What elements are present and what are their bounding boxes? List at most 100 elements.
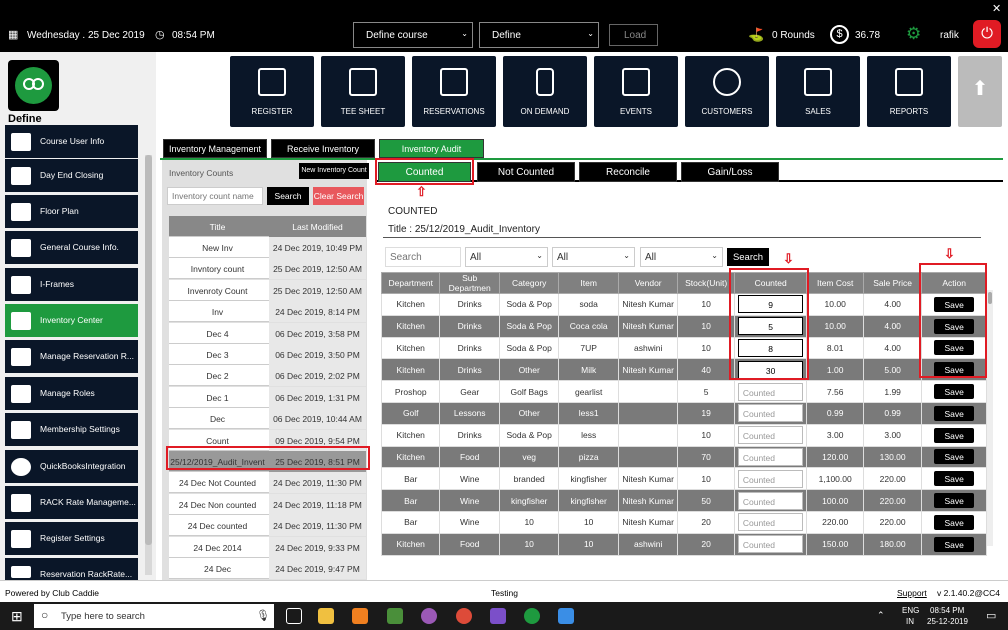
counted-input[interactable]: Counted — [737, 491, 804, 510]
nav-reports-button[interactable]: REPORTS — [867, 56, 951, 127]
counted-input[interactable]: Counted — [737, 382, 804, 401]
table-row: Bar Wine branded kingfisher Nitesh Kumar 10 Co… — [380, 467, 987, 491]
sidebar-item-rack-rate[interactable]: RACK Rate Manageme... — [5, 486, 138, 519]
counts-list-item[interactable]: 24 Dec Non counted 24 Dec 2019, 11:18 PM — [169, 493, 366, 515]
sublime-icon[interactable] — [352, 608, 368, 624]
cell-stock: 20 — [677, 532, 735, 556]
department-filter-select[interactable]: All ⌄ — [465, 247, 548, 267]
save-button[interactable]: Save — [934, 493, 975, 509]
support-link[interactable]: Support — [897, 588, 927, 598]
save-button[interactable]: Save — [934, 449, 975, 465]
counts-list-item[interactable]: 24 Dec counted 24 Dec 2019, 11:30 PM — [169, 515, 366, 537]
save-button[interactable]: Save — [934, 514, 975, 530]
windows-start-icon[interactable]: ⊞ — [11, 608, 23, 625]
nav-sales-button[interactable]: SALES — [776, 56, 860, 127]
cell-item-cost: 8.01 — [806, 336, 864, 360]
nav-customers-button[interactable]: CUSTOMERS — [685, 56, 769, 127]
sidebar-item-floor-plan[interactable]: Floor Plan — [5, 195, 138, 228]
counts-list-item[interactable]: 24 Dec 24 Dec 2019, 9:47 PM — [169, 558, 366, 579]
nav-tee-sheet-button[interactable]: TEE SHEET — [321, 56, 405, 127]
gear-icon[interactable]: ⚙ — [906, 24, 921, 44]
counted-input[interactable]: Counted — [737, 404, 804, 423]
new-inventory-count-button[interactable]: New Inventory Count — [299, 163, 369, 179]
counted-input[interactable]: Counted — [737, 426, 804, 445]
sidebar-item-inventory-center[interactable]: Inventory Center — [5, 304, 138, 337]
close-icon[interactable]: ✕ — [992, 2, 1001, 15]
save-button[interactable]: Save — [934, 536, 975, 552]
define-select[interactable]: Define ⌄ — [479, 22, 599, 48]
counts-list-item[interactable]: Dec 1 06 Dec 2019, 1:31 PM — [169, 386, 366, 408]
counted-input[interactable]: Counted — [737, 513, 804, 532]
file-explorer-icon[interactable] — [318, 608, 334, 624]
subdepartment-filter-select[interactable]: All ⌄ — [552, 247, 635, 267]
audit-search-button[interactable]: Search — [727, 248, 769, 266]
counts-list-item[interactable]: Invenroty Count 25 Dec 2019, 12:50 AM — [169, 279, 366, 301]
grid-scrollbar-thumb[interactable] — [988, 292, 992, 304]
power-icon[interactable]: ⏻ — [973, 20, 1001, 48]
counted-input[interactable]: Counted — [737, 535, 804, 554]
counts-list-item[interactable]: Dec 06 Dec 2019, 10:44 AM — [169, 408, 366, 430]
counted-input[interactable]: Counted — [737, 447, 804, 466]
cell-item-cost: 1.00 — [806, 358, 864, 382]
tab-not-counted[interactable]: Not Counted — [477, 162, 575, 182]
counts-list-item[interactable]: 24 Dec 2014 24 Dec 2019, 9:33 PM — [169, 536, 366, 558]
tab-receive-inventory[interactable]: Receive Inventory — [271, 139, 375, 158]
taskbar-search-box[interactable]: ○ Type here to search 🎙 — [34, 604, 274, 628]
tab-gain-loss[interactable]: Gain/Loss — [681, 162, 779, 182]
club-caddie-icon[interactable] — [524, 608, 540, 624]
save-button[interactable]: Save — [934, 427, 975, 443]
counts-list-item[interactable]: Inv 24 Dec 2019, 8:14 PM — [169, 301, 366, 323]
tab-inventory-audit[interactable]: Inventory Audit — [379, 139, 484, 158]
tray-chevron-icon[interactable]: ⌃ — [877, 610, 885, 621]
notification-icon[interactable]: ▭ — [986, 609, 996, 622]
save-button[interactable]: Save — [934, 384, 975, 400]
grid-scrollbar[interactable] — [987, 290, 993, 546]
tab-reconcile[interactable]: Reconcile — [579, 162, 677, 182]
sidebar-item-membership-settings[interactable]: Membership Settings — [5, 413, 138, 446]
nav-events-button[interactable]: EVENTS — [594, 56, 678, 127]
tab-inventory-management[interactable]: Inventory Management — [163, 139, 267, 158]
save-button[interactable]: Save — [934, 471, 975, 487]
cell-sale-price: 3.00 — [862, 423, 923, 447]
counts-list-item[interactable]: Dec 3 06 Dec 2019, 3:50 PM — [169, 344, 366, 365]
category-filter-select[interactable]: All ⌄ — [640, 247, 723, 267]
nav-reservations-button[interactable]: RESERVATIONS — [412, 56, 496, 127]
sidebar-item-quickbooks[interactable]: QuickBooksIntegration — [5, 450, 138, 483]
nav-register-button[interactable]: REGISTER — [230, 56, 314, 127]
sidebar-item-register-settings[interactable]: Register Settings — [5, 522, 138, 555]
counts-list-item[interactable]: New Inv 24 Dec 2019, 10:49 PM — [169, 237, 366, 258]
scroll-up-icon[interactable]: ⬆ — [958, 56, 1002, 127]
sidebar-item-iframes[interactable]: I-Frames — [5, 268, 138, 301]
audit-search-input[interactable] — [385, 247, 461, 267]
sidebar-item-manage-reservation[interactable]: Manage Reservation R... — [5, 340, 138, 373]
sidebar-item-manage-roles[interactable]: Manage Roles — [5, 377, 138, 410]
app-icon[interactable] — [387, 608, 403, 624]
sidebar-item-general-course-info[interactable]: General Course Info. — [5, 231, 138, 264]
counts-list-item[interactable]: Dec 4 06 Dec 2019, 3:58 PM — [169, 322, 366, 344]
nav-on-demand-button[interactable]: ON DEMAND — [503, 56, 587, 127]
slack-icon[interactable] — [421, 608, 437, 624]
cell-vendor — [617, 445, 679, 469]
load-button[interactable]: Load — [609, 24, 658, 46]
count-last-modified: 24 Dec 2019, 11:18 PM — [269, 493, 366, 515]
cell-vendor — [617, 423, 679, 447]
inventory-search-input[interactable] — [167, 187, 263, 205]
sidebar-scrollbar-thumb[interactable] — [145, 155, 152, 545]
paint-icon[interactable] — [558, 608, 574, 624]
counts-list-item[interactable]: Invntory count 25 Dec 2019, 12:50 AM — [169, 258, 366, 280]
visual-studio-icon[interactable] — [490, 608, 506, 624]
counts-list-item[interactable]: 24 Dec Not Counted 24 Dec 2019, 11:30 PM — [169, 472, 366, 494]
cell-vendor: Nitesh Kumar — [617, 358, 679, 382]
task-view-icon[interactable] — [286, 608, 302, 624]
counts-list-item[interactable]: Dec 2 06 Dec 2019, 2:02 PM — [169, 365, 366, 387]
cell-sub-department: Drinks — [439, 358, 500, 382]
sidebar-item-day-end-closing[interactable]: Day End Closing — [5, 159, 138, 192]
save-button[interactable]: Save — [934, 405, 975, 421]
chrome-icon[interactable] — [456, 608, 472, 624]
course-select[interactable]: Define course ⌄ — [353, 22, 473, 48]
inventory-search-button[interactable]: Search — [267, 187, 309, 205]
sidebar-item-reservation-rackrate[interactable]: Reservation RackRate... — [5, 558, 138, 580]
counted-input[interactable]: Counted — [737, 469, 804, 488]
sidebar-item-course-user-info[interactable]: Course User Info — [5, 125, 138, 158]
clear-search-button[interactable]: Clear Search — [313, 187, 364, 205]
